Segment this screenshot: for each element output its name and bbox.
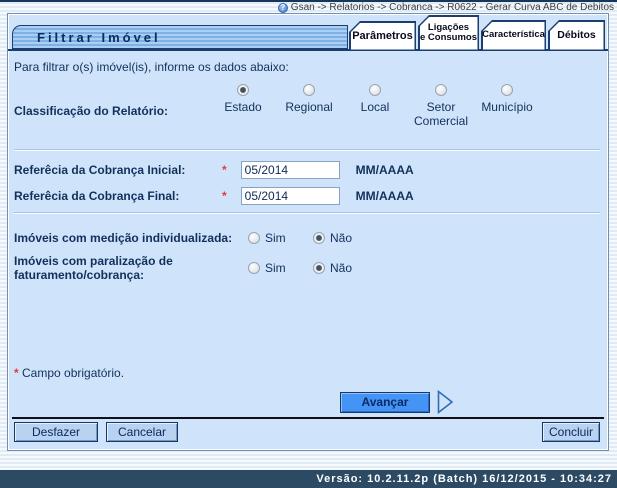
municipio-radio[interactable] <box>501 84 513 96</box>
billing-stoppage-option-nao: Não <box>313 261 352 275</box>
estado-radio-label: Estado <box>224 100 261 114</box>
separator <box>14 212 600 214</box>
required-marker: * <box>14 366 19 380</box>
reference-final-input[interactable] <box>241 187 340 205</box>
classification-option-local: Local <box>342 84 408 128</box>
version-footer: Versão: 10.2.11.2p (Batch) 16/12/2015 - … <box>0 470 617 488</box>
tab-caracteristica-label: Característica <box>482 30 545 40</box>
help-icon[interactable]: ? <box>278 3 288 13</box>
estado-radio[interactable] <box>237 84 249 96</box>
metering-sim-label: Sim <box>265 231 286 245</box>
regional-radio-label: Regional <box>285 100 332 114</box>
individual-metering-label: Imóveis com medição individualizada: <box>14 231 248 245</box>
billing-stoppage-label: Imóveis com paralização de faturamento/c… <box>14 254 248 282</box>
tab-parametros-label: Parâmetros <box>352 30 413 42</box>
classification-option-municipio: Município <box>474 84 540 128</box>
separator <box>14 149 600 151</box>
stoppage-sim-radio[interactable] <box>248 262 260 274</box>
classification-option-setor-comercial: Setor Comercial <box>408 84 474 128</box>
individual-metering-option-sim: Sim <box>248 231 313 245</box>
reference-final-format-hint: MM/AAAA <box>356 189 414 203</box>
filter-panel: Filtrar Imóvel Parâmetros Ligações e Con… <box>7 13 609 451</box>
local-radio[interactable] <box>369 84 381 96</box>
stoppage-nao-label: Não <box>330 261 352 275</box>
required-marker: * <box>222 163 227 177</box>
local-radio-label: Local <box>361 100 390 114</box>
stoppage-nao-radio[interactable] <box>313 262 325 274</box>
advance-row: Avançar <box>14 390 600 414</box>
breadcrumb-text[interactable]: Gsan -> Relatorios -> Cobranca -> R0622 … <box>291 2 614 13</box>
finish-button[interactable]: Concluir <box>542 422 600 442</box>
metering-nao-label: Não <box>330 231 352 245</box>
setor-comercial-radio[interactable] <box>435 84 447 96</box>
required-marker: * <box>222 189 227 203</box>
tab-caracteristica[interactable]: Característica <box>481 20 546 51</box>
setor-comercial-radio-label: Setor Comercial <box>408 100 474 128</box>
classification-row: Classificação do Relatório: Estado Regio… <box>14 84 600 128</box>
tab-debitos-label: Débitos <box>557 30 596 42</box>
stoppage-sim-label: Sim <box>265 261 286 275</box>
button-bar-divider <box>12 417 604 419</box>
regional-radio[interactable] <box>303 84 315 96</box>
advance-arrow-icon[interactable] <box>437 390 454 414</box>
reference-initial-row: Referêcia da Cobrança Inicial: * MM/AAAA <box>14 159 600 181</box>
metering-nao-radio[interactable] <box>313 232 325 244</box>
reference-final-row: Referêcia da Cobrança Final: * MM/AAAA <box>14 185 600 207</box>
action-button-bar: Desfazer Cancelar Concluir <box>14 422 600 442</box>
breadcrumb: ? Gsan -> Relatorios -> Cobranca -> R062… <box>0 0 617 13</box>
undo-button[interactable]: Desfazer <box>14 422 98 442</box>
reference-initial-input[interactable] <box>241 161 340 179</box>
classification-option-regional: Regional <box>276 84 342 128</box>
municipio-radio-label: Município <box>481 100 532 114</box>
panel-header: Filtrar Imóvel Parâmetros Ligações e Con… <box>8 14 608 51</box>
billing-stoppage-option-sim: Sim <box>248 261 313 275</box>
version-text: Versão: 10.2.11.2p (Batch) 16/12/2015 - … <box>316 473 612 485</box>
tab-bar: Parâmetros Ligações e Consumos Caracterí… <box>349 15 605 51</box>
required-note-text: Campo obrigatório. <box>22 366 124 380</box>
billing-stoppage-row: Imóveis com paralização de faturamento/c… <box>14 254 600 282</box>
reference-final-label: Referêcia da Cobrança Final: <box>14 189 236 203</box>
tab-ligacoes-e-consumos[interactable]: Ligações e Consumos <box>418 15 479 51</box>
reference-initial-format-hint: MM/AAAA <box>356 163 414 177</box>
classification-option-estado: Estado <box>210 84 276 128</box>
required-field-note: * Campo obrigatório. <box>14 366 600 380</box>
reference-initial-label: Referêcia da Cobrança Inicial: <box>14 163 236 177</box>
cancel-button[interactable]: Cancelar <box>106 422 178 442</box>
classification-label: Classificação do Relatório: <box>14 84 210 128</box>
page-title-label: Filtrar Imóvel <box>37 30 161 45</box>
individual-metering-row: Imóveis com medição individualizada: Sim… <box>14 226 600 250</box>
advance-button[interactable]: Avançar <box>340 392 430 413</box>
metering-sim-radio[interactable] <box>248 232 260 244</box>
page-title: Filtrar Imóvel <box>12 25 348 49</box>
tab-debitos[interactable]: Débitos <box>548 20 605 51</box>
intro-text: Para filtrar o(s) imóvel(is), informe os… <box>14 60 600 74</box>
tab-parametros[interactable]: Parâmetros <box>349 21 416 51</box>
tab-ligacoes-label-line2: e Consumos <box>420 33 477 43</box>
individual-metering-option-nao: Não <box>313 231 352 245</box>
